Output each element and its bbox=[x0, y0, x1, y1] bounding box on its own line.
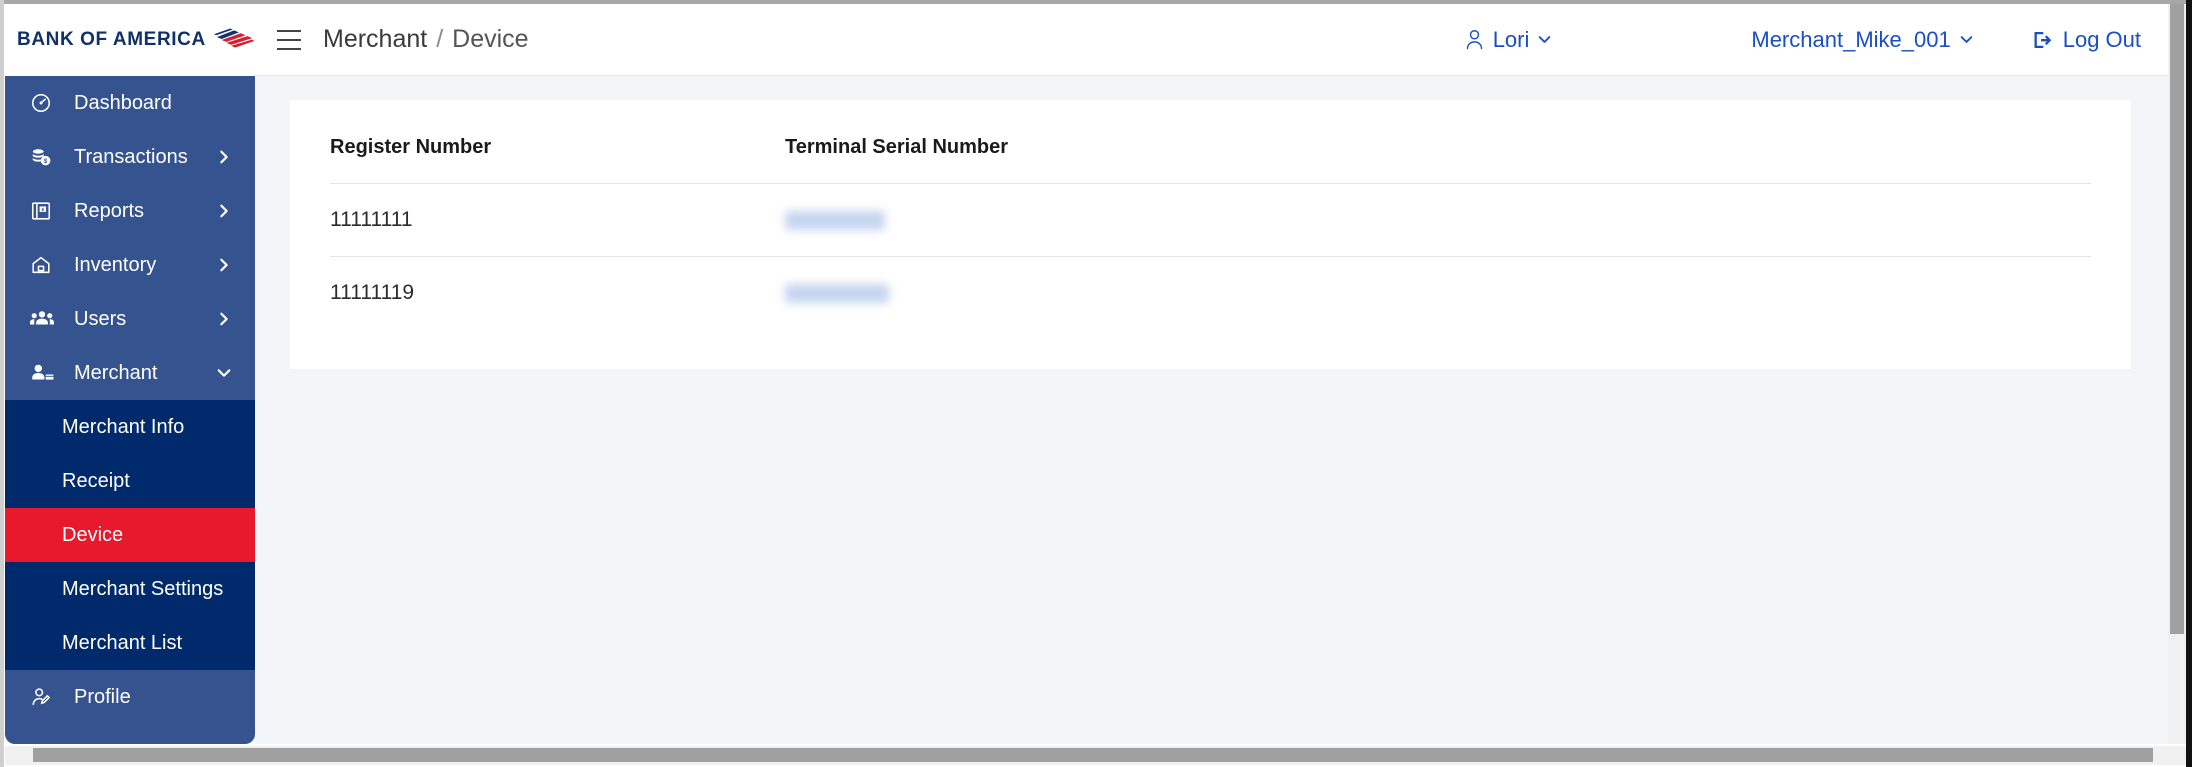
sidebar-item-label: Dashboard bbox=[74, 91, 172, 114]
chevron-right-icon bbox=[220, 312, 228, 326]
sidebar-item-inventory[interactable]: Inventory bbox=[5, 238, 255, 292]
user-menu-button[interactable]: Lori bbox=[1465, 27, 1552, 53]
cell-terminal-serial-number bbox=[785, 257, 2091, 330]
breadcrumb: Merchant / Device bbox=[323, 25, 529, 54]
inventory-home-icon bbox=[30, 254, 60, 276]
sidebar-item-label: Inventory bbox=[74, 253, 157, 276]
window-right-edge bbox=[2186, 0, 2192, 767]
sidebar-item-transactions[interactable]: $ Transactions bbox=[5, 130, 255, 184]
sidebar-subitem-label: Receipt bbox=[62, 469, 130, 492]
sidebar-subitem-label: Device bbox=[62, 523, 124, 546]
sidebar: BANK OF AMERICA Dashboard $ Transactions… bbox=[5, 4, 255, 744]
users-group-icon bbox=[30, 308, 60, 330]
sidebar-item-dashboard[interactable]: Dashboard bbox=[5, 76, 255, 130]
brand-name: BANK OF AMERICA bbox=[17, 29, 206, 50]
column-header-terminal-serial-number[interactable]: Terminal Serial Number bbox=[785, 136, 2091, 184]
sidebar-item-merchant[interactable]: Merchant bbox=[5, 346, 255, 400]
cell-register-number: 11111111 bbox=[330, 183, 785, 257]
sidebar-subitem-device[interactable]: Device bbox=[5, 508, 255, 562]
sidebar-item-label: Transactions bbox=[74, 145, 188, 168]
chevron-right-icon bbox=[220, 258, 228, 272]
table-row[interactable]: 11111119 bbox=[330, 257, 2091, 330]
table-row[interactable]: 11111111 bbox=[330, 183, 2091, 257]
sidebar-subitem-merchant-list[interactable]: Merchant List bbox=[5, 616, 255, 670]
merchant-selector-button[interactable]: Merchant_Mike_001 bbox=[1751, 27, 1972, 53]
money-stack-icon: $ bbox=[30, 146, 60, 168]
main-content: Register Number Terminal Serial Number 1… bbox=[255, 76, 2186, 744]
redacted-value bbox=[785, 283, 889, 303]
device-table: Register Number Terminal Serial Number 1… bbox=[330, 136, 2091, 329]
logout-label: Log Out bbox=[2062, 26, 2141, 52]
horizontal-scrollbar[interactable] bbox=[5, 746, 2186, 765]
column-header-register-number[interactable]: Register Number bbox=[330, 136, 785, 184]
header-actions: Lori Merchant_Mike_001 Log Out bbox=[1465, 4, 2186, 75]
sidebar-item-users[interactable]: Users bbox=[5, 292, 255, 346]
breadcrumb-current: Device bbox=[452, 25, 529, 53]
profile-person-edit-icon bbox=[30, 686, 60, 708]
hamburger-menu-icon[interactable] bbox=[277, 29, 301, 50]
sidebar-item-label: Users bbox=[74, 307, 127, 330]
vertical-scrollbar-thumb[interactable] bbox=[2170, 4, 2184, 634]
chevron-down-icon bbox=[1539, 36, 1551, 43]
application-window: BANK OF AMERICA Dashboard $ Transactions… bbox=[0, 0, 2192, 767]
sidebar-subitem-merchant-info[interactable]: Merchant Info bbox=[5, 400, 255, 454]
merchant-person-icon bbox=[30, 362, 60, 384]
cell-register-number: 11111119 bbox=[330, 281, 415, 304]
logout-button[interactable]: Log Out bbox=[2033, 27, 2141, 53]
sidebar-subitem-label: Merchant List bbox=[62, 631, 183, 654]
report-document-icon: $ bbox=[30, 200, 60, 222]
sidebar-subitem-merchant-settings[interactable]: Merchant Settings bbox=[5, 562, 255, 616]
sidebar-item-reports[interactable]: $ Reports bbox=[5, 184, 255, 238]
device-table-head: Register Number Terminal Serial Number bbox=[330, 136, 2091, 184]
sidebar-item-profile[interactable]: Profile bbox=[5, 670, 255, 724]
chevron-right-icon bbox=[220, 204, 228, 218]
sidebar-subitem-label: Merchant Info bbox=[62, 415, 185, 438]
device-table-card: Register Number Terminal Serial Number 1… bbox=[290, 100, 2131, 369]
svg-text:$: $ bbox=[41, 207, 44, 213]
window-left-edge bbox=[0, 0, 4, 767]
user-outline-icon bbox=[1465, 29, 1484, 50]
horizontal-scrollbar-thumb[interactable] bbox=[33, 748, 2153, 762]
chevron-down-icon bbox=[217, 369, 231, 377]
brand-logo[interactable]: BANK OF AMERICA bbox=[5, 4, 255, 76]
user-menu-label: Lori bbox=[1492, 26, 1530, 52]
bank-of-america-flag-logo bbox=[213, 28, 255, 48]
redacted-value bbox=[785, 210, 885, 230]
logout-arrow-icon bbox=[2033, 30, 2054, 50]
sidebar-item-label: Profile bbox=[74, 685, 131, 708]
sidebar-subitem-label: Merchant Settings bbox=[62, 577, 224, 600]
vertical-scrollbar[interactable] bbox=[2168, 4, 2186, 744]
device-table-body: 11111111 11111119 bbox=[330, 183, 2091, 330]
sidebar-submenu-merchant: Merchant Info Receipt Device Merchant Se… bbox=[5, 400, 255, 670]
chevron-right-icon bbox=[220, 150, 228, 164]
chevron-down-icon bbox=[1960, 36, 1972, 43]
sidebar-item-label: Reports bbox=[74, 199, 145, 222]
table-header-row: Register Number Terminal Serial Number bbox=[330, 136, 2091, 184]
breadcrumb-separator: / bbox=[436, 25, 444, 53]
sidebar-subitem-receipt[interactable]: Receipt bbox=[5, 454, 255, 508]
sidebar-item-label: Merchant bbox=[74, 361, 158, 384]
breadcrumb-parent[interactable]: Merchant bbox=[323, 25, 427, 54]
cell-terminal-serial-number bbox=[785, 183, 2091, 257]
dashboard-gauge-icon bbox=[30, 92, 60, 114]
top-header: Merchant / Device Lori Merchant_Mike_001 bbox=[255, 4, 2186, 76]
merchant-selector-label: Merchant_Mike_001 bbox=[1751, 26, 1951, 52]
